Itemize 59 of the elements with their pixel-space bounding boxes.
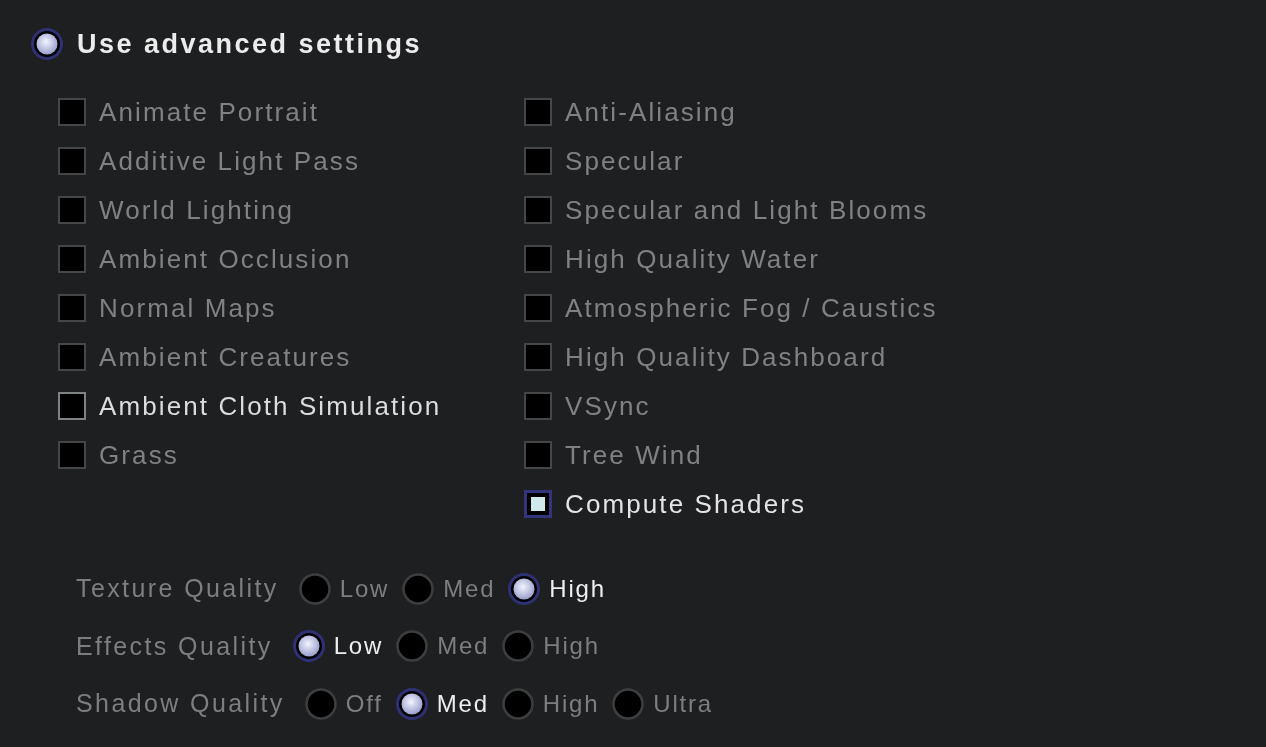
checkbox[interactable] bbox=[524, 244, 552, 273]
checkbox[interactable] bbox=[524, 97, 552, 126]
checkbox-label[interactable]: Ambient Creatures bbox=[99, 341, 352, 372]
radio-label[interactable]: High bbox=[549, 574, 606, 603]
checkbox[interactable] bbox=[524, 293, 552, 322]
radio-button[interactable] bbox=[612, 687, 645, 720]
checkbox-label[interactable]: Atmospheric Fog / Caustics bbox=[565, 292, 938, 323]
checkbox[interactable] bbox=[58, 97, 86, 126]
checkbox-label[interactable]: Specular bbox=[565, 145, 685, 176]
checkbox[interactable] bbox=[58, 146, 86, 175]
checkbox-label[interactable]: Ambient Occlusion bbox=[99, 243, 352, 274]
checkbox-label[interactable]: Compute Shaders bbox=[565, 488, 807, 519]
checkbox[interactable] bbox=[524, 195, 552, 224]
checkbox-label[interactable]: Specular and Light Blooms bbox=[565, 194, 929, 225]
checkbox[interactable] bbox=[524, 440, 552, 469]
checkbox-label[interactable]: VSync bbox=[565, 390, 651, 421]
checkbox[interactable] bbox=[524, 489, 552, 518]
radio-button[interactable] bbox=[304, 687, 337, 720]
radio-button[interactable] bbox=[501, 687, 534, 720]
radio-label[interactable]: High bbox=[542, 689, 600, 718]
checkbox[interactable] bbox=[58, 293, 86, 322]
checkbox-label[interactable]: Ambient Cloth Simulation bbox=[99, 390, 442, 421]
radio-label[interactable]: Off bbox=[345, 689, 383, 718]
radio-label[interactable]: High bbox=[543, 632, 600, 661]
radio-button[interactable] bbox=[502, 630, 535, 663]
checkbox-label[interactable]: Grass bbox=[99, 439, 179, 470]
checkbox[interactable] bbox=[524, 146, 552, 175]
radio-label[interactable]: Med bbox=[436, 689, 489, 718]
checkbox-label[interactable]: Normal Maps bbox=[99, 292, 277, 323]
radio-label[interactable]: Use advanced settings bbox=[77, 28, 423, 60]
setting-label: Shadow Quality bbox=[76, 689, 285, 719]
setting-label: Texture Quality bbox=[76, 574, 279, 604]
checkbox[interactable] bbox=[524, 342, 552, 371]
checkbox-label[interactable]: High Quality Dashboard bbox=[565, 341, 888, 372]
radio-label[interactable]: Med bbox=[437, 632, 490, 661]
radio-label[interactable]: Med bbox=[443, 574, 496, 603]
checkbox-label[interactable]: Animate Portrait bbox=[99, 96, 319, 127]
checkbox-label[interactable]: High Quality Water bbox=[565, 243, 821, 274]
checkbox-label[interactable]: World Lighting bbox=[99, 194, 295, 225]
radio-button[interactable] bbox=[298, 572, 331, 605]
checkbox[interactable] bbox=[58, 391, 86, 420]
radio-button[interactable] bbox=[31, 28, 63, 60]
checkbox[interactable] bbox=[58, 244, 86, 273]
checkbox-label[interactable]: Tree Wind bbox=[565, 439, 703, 470]
checkbox[interactable] bbox=[524, 391, 552, 420]
radio-label[interactable]: Low bbox=[339, 574, 390, 603]
radio-label[interactable]: Ultra bbox=[653, 689, 713, 718]
checkbox[interactable] bbox=[58, 440, 86, 469]
radio-button[interactable] bbox=[402, 572, 435, 605]
checkbox-label[interactable]: Anti-Aliasing bbox=[565, 96, 737, 127]
checkbox[interactable] bbox=[58, 342, 86, 371]
checkbox[interactable] bbox=[58, 195, 86, 224]
setting-label: Effects Quality bbox=[76, 631, 273, 661]
radio-label[interactable]: Low bbox=[333, 632, 384, 661]
radio-button[interactable] bbox=[396, 630, 429, 663]
radio-button[interactable] bbox=[508, 572, 541, 605]
radio-button[interactable] bbox=[292, 630, 325, 663]
checkbox-label[interactable]: Additive Light Pass bbox=[99, 145, 361, 176]
radio-button[interactable] bbox=[395, 687, 428, 720]
